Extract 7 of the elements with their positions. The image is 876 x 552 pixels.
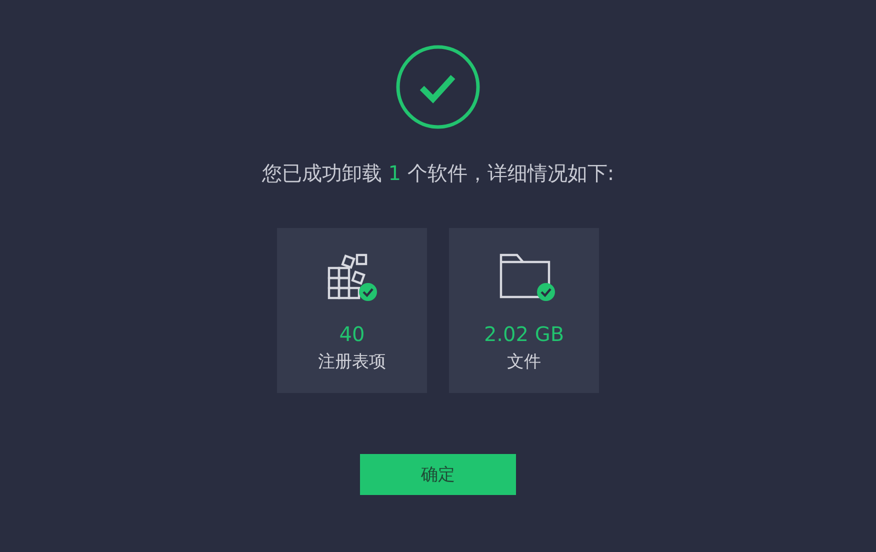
confirm-button[interactable]: 确定 [360, 454, 516, 495]
success-check-icon [395, 44, 481, 130]
stat-value: 2.02 GB [484, 322, 564, 346]
success-message: 您已成功卸载 1 个软件，详细情况如下: [262, 160, 614, 187]
stat-label: 文件 [507, 351, 541, 373]
stat-label: 注册表项 [318, 351, 386, 373]
stat-value: 40 [339, 322, 365, 346]
